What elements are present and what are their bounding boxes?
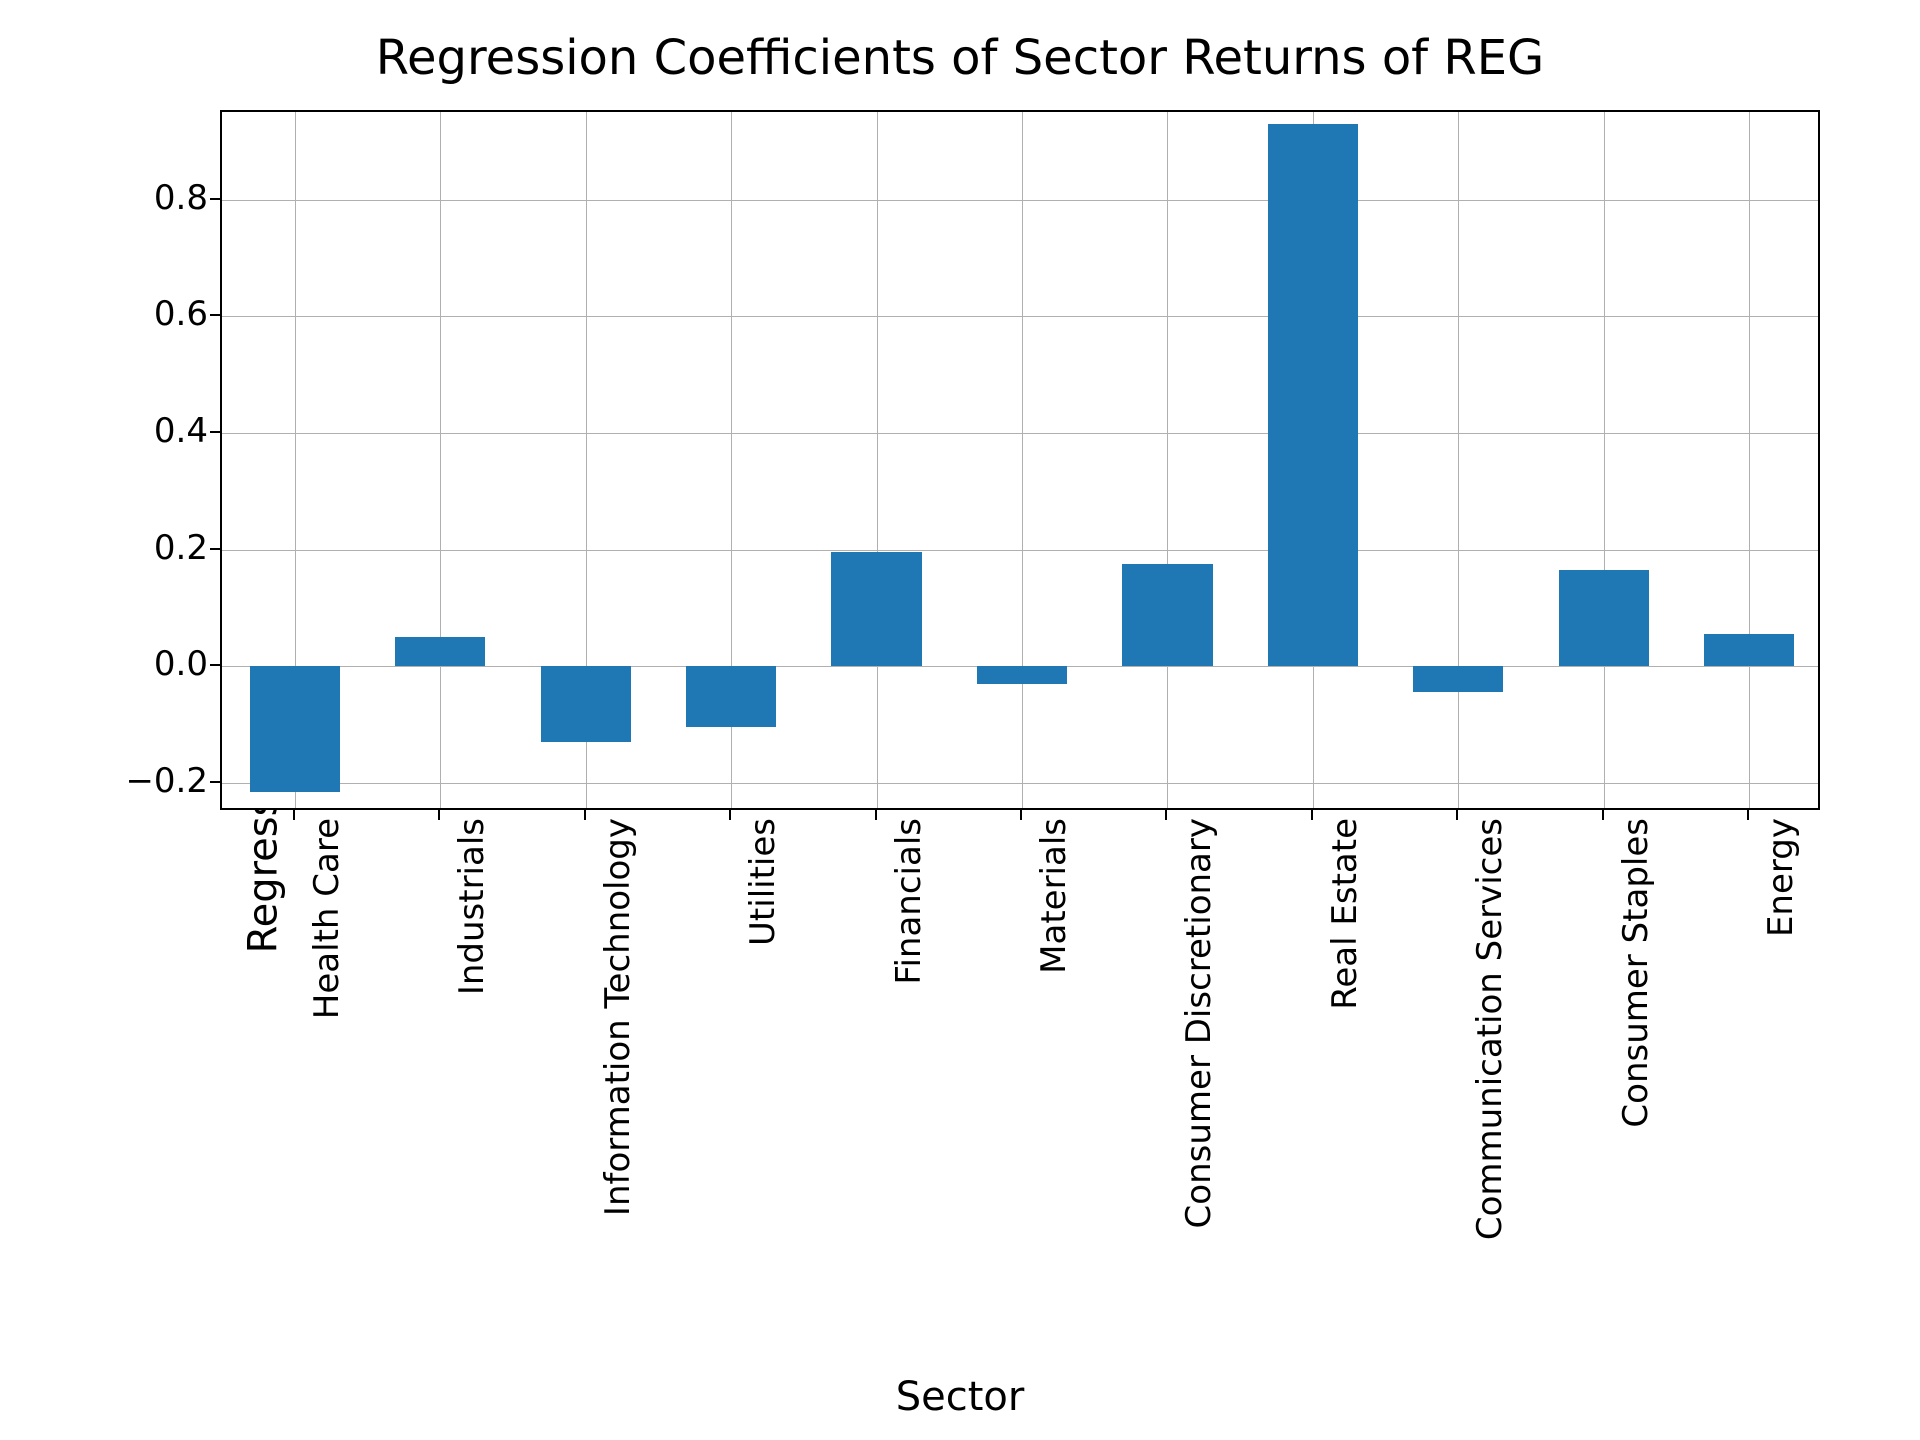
bar <box>250 666 340 791</box>
bar <box>1413 666 1503 692</box>
x-tick-label: Materials <box>1034 818 1074 1338</box>
chart-title: Regression Coefficients of Sector Return… <box>0 30 1920 86</box>
y-tick-mark <box>210 198 220 200</box>
x-tick-mark <box>1747 810 1749 820</box>
grid-line-vertical <box>1167 112 1168 808</box>
x-tick-label: Financials <box>889 818 929 1338</box>
x-tick-mark <box>875 810 877 820</box>
x-tick-mark <box>729 810 731 820</box>
bar <box>831 552 921 666</box>
bar <box>395 637 485 666</box>
bar <box>541 666 631 742</box>
x-tick-mark <box>1020 810 1022 820</box>
x-tick-label: Industrials <box>452 818 492 1338</box>
x-tick-mark <box>1165 810 1167 820</box>
y-tick-mark <box>210 664 220 666</box>
bar <box>1268 124 1358 667</box>
x-tick-label: Real Estate <box>1325 818 1365 1338</box>
chart-container: Regression Coefficients of Sector Return… <box>0 0 1920 1440</box>
x-tick-label: Information Technology <box>598 818 638 1338</box>
grid-line-vertical <box>877 112 878 808</box>
grid-line-horizontal <box>222 783 1818 784</box>
grid-line-vertical <box>1022 112 1023 808</box>
x-axis-label: Sector <box>0 1374 1920 1420</box>
x-tick-mark <box>1602 810 1604 820</box>
x-tick-mark <box>1311 810 1313 820</box>
grid-line-horizontal <box>222 316 1818 317</box>
grid-line-vertical <box>440 112 441 808</box>
x-tick-label: Consumer Staples <box>1616 818 1656 1338</box>
bar <box>1559 570 1649 666</box>
y-tick-label: 0.8 <box>48 178 208 218</box>
x-tick-mark <box>438 810 440 820</box>
x-tick-mark <box>293 810 295 820</box>
y-tick-label: 0.6 <box>48 294 208 334</box>
grid-line-horizontal <box>222 200 1818 201</box>
grid-line-horizontal <box>222 433 1818 434</box>
grid-line-vertical <box>1749 112 1750 808</box>
y-tick-label: −0.2 <box>48 761 208 801</box>
x-tick-label: Health Care <box>307 818 347 1338</box>
y-tick-mark <box>210 314 220 316</box>
y-tick-mark <box>210 548 220 550</box>
x-tick-label: Communication Services <box>1470 818 1510 1338</box>
grid-line-vertical <box>1604 112 1605 808</box>
y-tick-label: 0.2 <box>48 528 208 568</box>
x-tick-label: Utilities <box>743 818 783 1338</box>
x-tick-label: Energy <box>1761 818 1801 1338</box>
bar <box>1704 634 1794 666</box>
y-tick-mark <box>210 431 220 433</box>
y-tick-label: 0.0 <box>48 644 208 684</box>
x-tick-mark <box>584 810 586 820</box>
x-tick-mark <box>1456 810 1458 820</box>
bar <box>686 666 776 727</box>
bar <box>1122 564 1212 666</box>
y-tick-mark <box>210 781 220 783</box>
plot-area <box>220 110 1820 810</box>
y-tick-label: 0.4 <box>48 411 208 451</box>
bar <box>977 666 1067 684</box>
grid-line-vertical <box>1458 112 1459 808</box>
x-tick-label: Consumer Discretionary <box>1179 818 1219 1338</box>
grid-line-horizontal <box>222 550 1818 551</box>
